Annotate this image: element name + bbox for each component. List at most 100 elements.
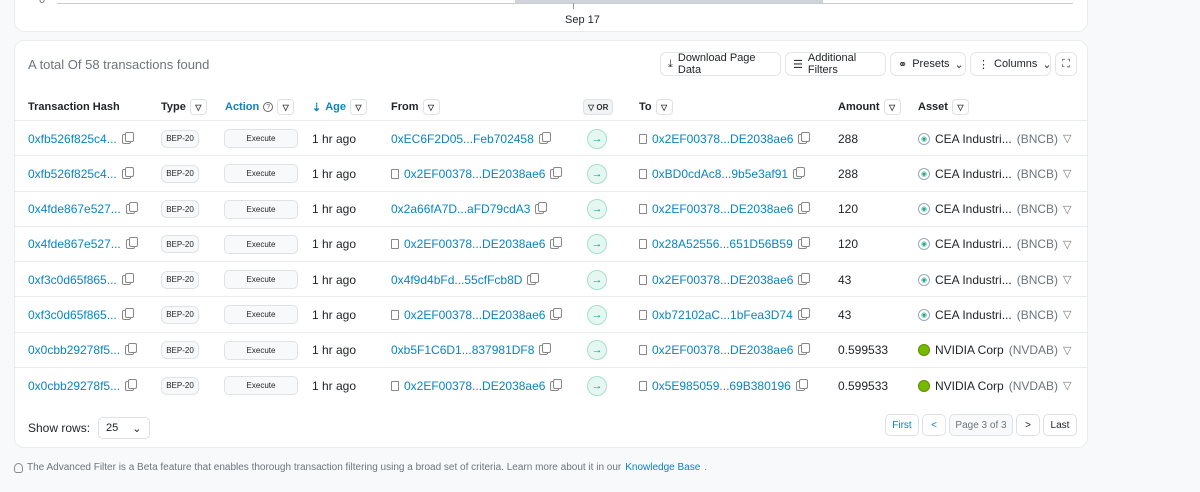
tx-hash-link[interactable]: 0x0cbb29278f5... [28,343,120,357]
from-address-link[interactable]: 0x2EF00378...DE2038ae6 [404,308,545,322]
age-filter-button[interactable]: ▽ [350,99,367,115]
col-asset: Asset ▽ [918,94,969,120]
type-badge: BEP-20 [161,341,199,360]
copy-icon[interactable] [125,343,138,356]
copy-icon[interactable] [797,237,810,250]
tx-hash-link[interactable]: 0xf3c0d65f865... [28,273,117,287]
to-address-link[interactable]: 0x28A52556...651D56B59 [652,237,793,251]
copy-icon[interactable] [798,343,811,356]
tx-hash-link[interactable]: 0x4fde867e527... [28,202,121,216]
asset-name-link[interactable]: CEA Industri... [935,202,1012,216]
copy-icon[interactable] [121,166,134,179]
asset-filter-button[interactable]: ▽ [951,99,969,115]
to-address-link[interactable]: 0xb72102aC...1bFea3D74 [652,308,793,322]
copy-icon[interactable] [125,237,138,250]
age-cell: 1 hr ago [312,297,356,332]
filter-icon[interactable]: ▽ [1063,167,1071,180]
from-address-link[interactable]: 0x2a66fA7D...aFD79cdA3 [391,202,530,216]
to-address-link[interactable]: 0x2EF00378...DE2038ae6 [652,202,793,216]
copy-icon[interactable] [535,202,548,215]
columns-button[interactable]: ⋮ Columns ⌄ [970,52,1052,76]
copy-icon[interactable] [550,307,563,320]
copy-icon[interactable] [798,272,811,285]
first-page-button[interactable]: First [885,414,919,436]
action-filter-button[interactable]: ▽ [277,99,295,115]
download-page-data-button[interactable]: ⤓ Download Page Data [660,52,781,76]
from-address-link[interactable]: 0x2EF00378...DE2038ae6 [404,379,545,393]
sort-icon: ⇣ [312,101,322,114]
copy-icon[interactable] [538,131,551,144]
asset-name-link[interactable]: CEA Industri... [935,237,1012,251]
filter-icon[interactable]: ▽ [1063,132,1071,145]
help-icon[interactable]: ? [263,102,274,112]
from-address-link[interactable]: 0xb5F1C6D1...837981DF8 [391,343,534,357]
presets-button[interactable]: ⚭ Presets ⌄ [890,52,966,76]
filter-icon[interactable]: ▽ [1063,308,1071,321]
tx-hash-link[interactable]: 0xfb526f825c4... [28,167,117,181]
to-address-link[interactable]: 0x2EF00378...DE2038ae6 [652,132,793,146]
filter-icon[interactable]: ▽ [1063,379,1071,392]
asset-name-link[interactable]: NVIDIA Corp [935,379,1004,393]
amount-filter-button[interactable]: ▽ [883,99,901,115]
to-address-link[interactable]: 0x2EF00378...DE2038ae6 [652,273,793,287]
age-value: 1 hr ago [312,378,357,393]
type-filter-button[interactable]: ▽ [189,99,207,115]
next-page-button[interactable]: > [1016,414,1040,436]
to-filter-button[interactable]: ▽ [655,99,673,115]
asset-name-link[interactable]: CEA Industri... [935,167,1012,181]
knowledge-base-link[interactable]: Knowledge Base [625,462,700,473]
show-rows-label: Show rows: [28,421,91,435]
asset-name-link[interactable]: CEA Industri... [935,273,1012,287]
tx-hash-link[interactable]: 0x4fde867e527... [28,237,121,251]
tx-hash-link[interactable]: 0xfb526f825c4... [28,132,117,146]
asset-name-link[interactable]: CEA Industri... [935,132,1012,146]
from-filter-button[interactable]: ▽ [422,99,440,115]
tx-hash-link[interactable]: 0xf3c0d65f865... [28,308,117,322]
filter-icon[interactable]: ▽ [1063,238,1071,251]
hash-cell: 0xf3c0d65f865... [28,297,134,332]
asset-name-link[interactable]: CEA Industri... [935,308,1012,322]
filter-icon[interactable]: ▽ [1063,273,1071,286]
copy-icon[interactable] [125,378,138,391]
copy-icon[interactable] [798,202,811,215]
age-value: 1 hr ago [312,202,357,217]
prev-page-button[interactable]: < [922,414,946,436]
to-address-link[interactable]: 0xBD0cdAc8...9b5e3af91 [652,167,788,181]
hash-cell: 0x0cbb29278f5... [28,333,138,368]
copy-icon[interactable] [121,307,134,320]
fullscreen-button[interactable]: ⛶ [1055,52,1077,76]
from-address-link[interactable]: 0x2EF00378...DE2038ae6 [404,167,545,181]
filter-icon[interactable]: ▽ [1063,344,1071,357]
from-address-link[interactable]: 0x2EF00378...DE2038ae6 [404,237,545,251]
additional-filters-button[interactable]: ☰ Additional Filters [785,52,886,76]
copy-icon[interactable] [797,307,810,320]
copy-icon[interactable] [539,343,552,356]
download-label: Download Page Data [677,52,756,76]
to-address-link[interactable]: 0x5E985059...69B380196 [652,379,791,393]
copy-icon[interactable] [795,378,808,391]
copy-icon[interactable] [550,237,563,250]
show-rows-select[interactable]: 25 ⌄ [98,417,150,439]
col-age[interactable]: ⇣ Age ▽ [312,94,367,120]
copy-icon[interactable] [125,202,138,215]
direction-cell: → [587,121,607,156]
or-filter-button[interactable]: ▽ OR [583,99,614,115]
chart-bar [515,0,823,3]
from-address-link[interactable]: 0x4f9d4bFd...55cfFcb8D [391,273,522,287]
asset-name-link[interactable]: NVIDIA Corp [935,343,1004,357]
last-page-button[interactable]: Last [1043,414,1077,436]
filter-icon[interactable]: ▽ [1063,203,1071,216]
copy-icon[interactable] [121,272,134,285]
copy-icon[interactable] [793,166,806,179]
copy-icon[interactable] [121,131,134,144]
asset-cell: ◉ CEA Industri... (BNCB) ▽ [918,192,1072,227]
from-address-link[interactable]: 0xEC6F2D05...Feb702458 [391,132,534,146]
copy-icon[interactable] [798,131,811,144]
tx-hash-link[interactable]: 0x0cbb29278f5... [28,379,120,393]
copy-icon[interactable] [550,166,563,179]
copy-icon[interactable] [550,378,563,391]
col-transaction-hash-label: Transaction Hash [28,101,120,113]
table-footer: Show rows: 25 ⌄ First < Page 3 of 3 > La… [15,413,1087,439]
copy-icon[interactable] [527,272,540,285]
to-address-link[interactable]: 0x2EF00378...DE2038ae6 [652,343,793,357]
